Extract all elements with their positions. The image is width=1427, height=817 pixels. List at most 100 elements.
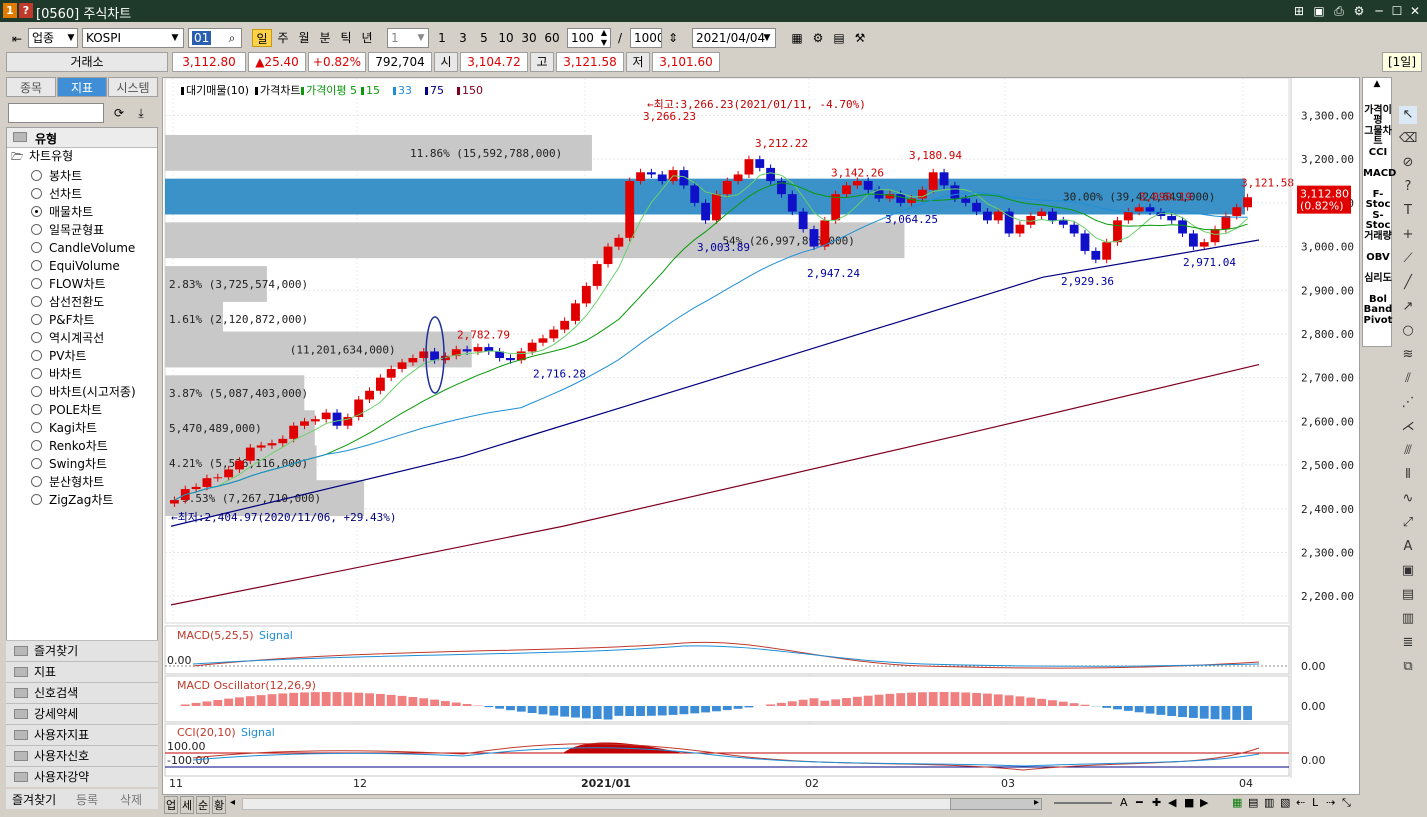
bar-chart-icon[interactable]: ▥ xyxy=(1399,610,1417,628)
pointer-icon[interactable]: ↖ xyxy=(1399,106,1417,124)
scroll-up-icon[interactable]: ▲ xyxy=(1365,79,1389,93)
chart-type-radio[interactable] xyxy=(31,170,42,181)
image-icon[interactable]: ▧ xyxy=(1280,796,1290,809)
scrollbar-thumb[interactable] xyxy=(950,798,1042,810)
period-month[interactable]: 월 xyxy=(294,29,314,47)
scroll-left-icon[interactable]: ◂ xyxy=(230,797,235,808)
chevron-down-icon[interactable]: ▼ xyxy=(760,28,774,48)
indicator-shortcut[interactable]: Pivot xyxy=(1363,316,1393,326)
bottom-btn-detail[interactable]: 세 xyxy=(180,796,195,814)
chart-type-item[interactable]: 역시계곡선 xyxy=(49,330,104,346)
cross-icon[interactable]: + xyxy=(1399,226,1417,244)
indicator-shortcut[interactable]: S-Stoc xyxy=(1363,211,1393,231)
chevron-down-icon[interactable]: ▼ xyxy=(64,28,78,48)
close-button[interactable]: ✕ xyxy=(1407,3,1423,19)
horizontal-scrollbar[interactable] xyxy=(242,798,1042,810)
chart-type-item[interactable]: FLOW차트 xyxy=(49,276,106,292)
chart-type-radio[interactable] xyxy=(31,260,42,271)
fibonacci-icon[interactable]: ≋ xyxy=(1399,346,1417,364)
window-badge-1[interactable]: 1 xyxy=(3,3,17,18)
chart-type-radio[interactable] xyxy=(31,224,42,235)
chart-type-item[interactable]: 봉차트 xyxy=(49,168,82,184)
wave-icon[interactable]: ∿ xyxy=(1399,490,1417,508)
indicator-shortcut[interactable]: CCI xyxy=(1363,148,1393,158)
indicator-shortcut[interactable]: Bol Band xyxy=(1363,295,1393,315)
stop-icon[interactable]: ■ xyxy=(1184,796,1194,809)
gear-icon[interactable]: ⚙ xyxy=(809,28,827,48)
indicator-shortcut[interactable]: 그물차트 xyxy=(1363,127,1393,147)
register-tab[interactable]: 등록 xyxy=(76,791,98,808)
search-icon[interactable]: ⌕ xyxy=(222,28,242,48)
chart-type-radio[interactable] xyxy=(31,458,42,469)
delete-tab[interactable]: 삭제 xyxy=(120,791,142,808)
chart-type-radio[interactable] xyxy=(31,368,42,379)
bottom-btn-up[interactable]: 업 xyxy=(164,796,179,814)
link-icon[interactable]: ⊞ xyxy=(1291,3,1307,19)
chart-type-radio[interactable] xyxy=(31,188,42,199)
chart-type-item[interactable]: Renko차트 xyxy=(49,438,108,454)
log-icon[interactable]: L xyxy=(1312,796,1318,809)
grid-lines-icon[interactable]: ⫻ xyxy=(1399,442,1417,460)
chart-type-item[interactable]: PV차트 xyxy=(49,348,87,364)
chart-type-item[interactable]: Swing차트 xyxy=(49,456,107,472)
eraser-icon[interactable]: ⌫ xyxy=(1399,130,1417,148)
chart-type-item[interactable]: ZigZag차트 xyxy=(49,492,113,508)
indicator-shortcut[interactable]: 거래량 xyxy=(1363,232,1393,242)
subsection-title[interactable]: 차트유형 xyxy=(29,148,73,164)
interval-5[interactable]: 5 xyxy=(474,29,494,47)
grid-toggle-icon[interactable]: ▥ xyxy=(1264,796,1274,809)
refresh-icon[interactable]: ⟳ xyxy=(110,103,128,123)
chart-type-radio[interactable] xyxy=(31,404,42,415)
interval-3[interactable]: 3 xyxy=(453,29,473,47)
chart-type-item[interactable]: 매물차트 xyxy=(49,204,93,220)
chart-type-item[interactable]: P&F차트 xyxy=(49,312,95,328)
total-input[interactable]: 1000 xyxy=(630,28,662,48)
chart-type-item[interactable]: POLE차트 xyxy=(49,402,102,418)
save-icon[interactable]: ▤ xyxy=(830,28,848,48)
collapse-panel-icon[interactable]: ⇤ xyxy=(8,29,26,49)
bookmark-icon[interactable]: ⊘ xyxy=(1399,154,1417,172)
font-size-icon[interactable]: A xyxy=(1120,796,1128,809)
period-tick[interactable]: 틱 xyxy=(336,29,356,47)
chart-type-item[interactable]: 분산형차트 xyxy=(49,474,104,490)
indicator-shortcut[interactable]: 가격이평 xyxy=(1363,106,1393,126)
indicator-shortcut[interactable]: OBV xyxy=(1363,253,1393,263)
interval-10[interactable]: 10 xyxy=(495,29,517,47)
chevron-down-icon[interactable]: ▼ xyxy=(168,28,182,48)
period-minute[interactable]: 분 xyxy=(315,29,335,47)
indicator-icon[interactable]: ≣ xyxy=(1399,634,1417,652)
fan-icon[interactable]: ⋌ xyxy=(1399,418,1417,436)
folder-item[interactable]: 신호검색 xyxy=(6,682,158,703)
folder-item[interactable]: 강세약세 xyxy=(6,703,158,724)
chart-type-radio[interactable] xyxy=(31,350,42,361)
ray-icon[interactable]: ↗ xyxy=(1399,298,1417,316)
folder-item[interactable]: 사용자신호 xyxy=(6,745,158,766)
period-year[interactable]: 년 xyxy=(357,29,377,47)
minimize-button[interactable]: ─ xyxy=(1371,3,1387,19)
chart-settings-icon[interactable]: ▦ xyxy=(788,28,806,48)
tab-stock[interactable]: 종목 xyxy=(6,77,56,97)
save-chart-icon[interactable]: ▤ xyxy=(1248,796,1258,809)
interval-60[interactable]: 60 xyxy=(541,29,563,47)
chart-type-item[interactable]: 선차트 xyxy=(49,186,82,202)
chart-type-radio[interactable] xyxy=(31,242,42,253)
period-week[interactable]: 주 xyxy=(273,29,293,47)
compare-icon[interactable]: ⧉ xyxy=(1399,658,1417,676)
chart-type-radio[interactable] xyxy=(31,440,42,451)
scroll-right-icon[interactable]: ▸ xyxy=(1034,797,1039,808)
interval-1[interactable]: 1 xyxy=(432,29,452,47)
chart-type-radio[interactable] xyxy=(31,296,42,307)
cycle-icon[interactable]: ⦀ xyxy=(1399,466,1417,484)
chart-type-radio[interactable] xyxy=(31,422,42,433)
chart-type-radio[interactable] xyxy=(31,494,42,505)
tools-icon[interactable]: ⚒ xyxy=(851,28,869,48)
chart-type-item[interactable]: 바차트 xyxy=(49,366,82,382)
gann-icon[interactable]: ⋰ xyxy=(1399,394,1417,412)
folder-item[interactable]: 즐겨찾기 xyxy=(6,640,158,661)
auto-trend-icon[interactable]: ⤢ xyxy=(1399,514,1417,532)
forward-icon[interactable]: ⇢ xyxy=(1326,796,1335,809)
exchange-label[interactable]: 거래소 xyxy=(6,52,168,72)
next-icon[interactable]: ▶ xyxy=(1200,796,1208,809)
channel-icon[interactable]: ⫽ xyxy=(1399,370,1417,388)
stock-chart[interactable]: 3,300.003,200.003,100.003,000.002,900.00… xyxy=(163,77,1359,794)
